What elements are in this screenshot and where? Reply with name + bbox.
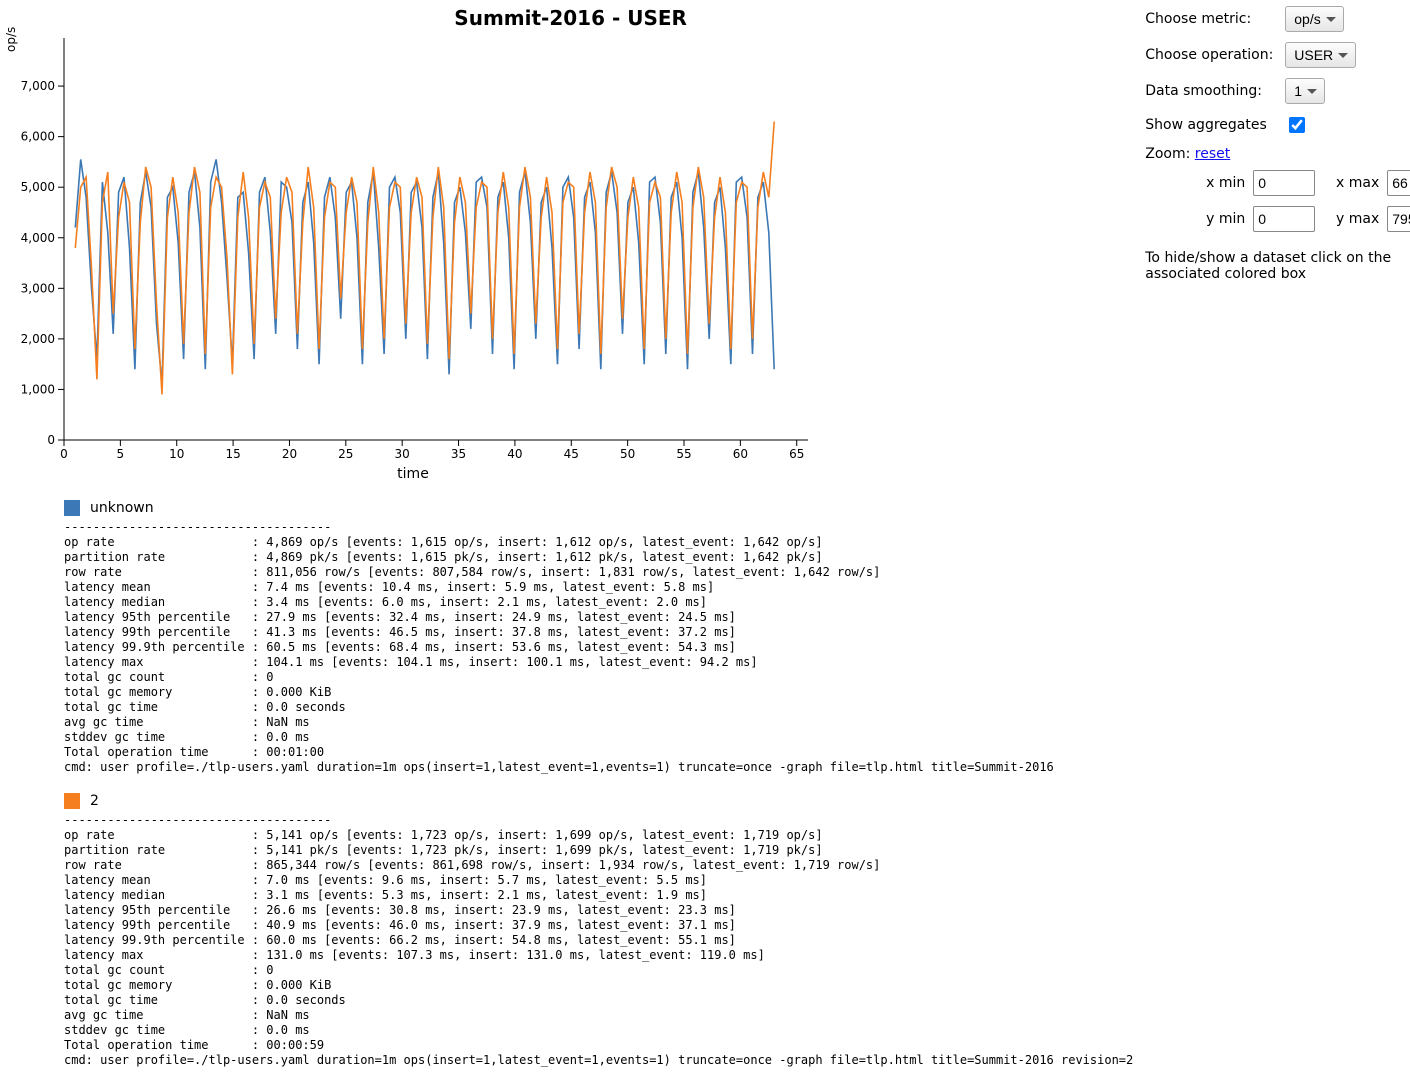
svg-text:0: 0: [47, 433, 55, 447]
svg-text:55: 55: [676, 447, 691, 461]
svg-text:60: 60: [733, 447, 748, 461]
chart-title: Summit-2016 - USER: [8, 6, 1133, 30]
line-chart: 0 1,000 2,000 3,000 4,000 5,000 6,000 7,000 0 5 10…: [8, 34, 818, 464]
svg-text:1,000: 1,000: [21, 382, 55, 396]
smoothing-select[interactable]: 1: [1285, 78, 1325, 104]
legend-swatch[interactable]: [64, 793, 80, 809]
ymax-input[interactable]: [1387, 206, 1410, 232]
svg-text:25: 25: [338, 447, 353, 461]
svg-text:5: 5: [117, 447, 125, 461]
operation-label: Choose operation:: [1145, 47, 1285, 63]
svg-text:6,000: 6,000: [21, 130, 55, 144]
y-axis-label: op/s: [4, 27, 18, 52]
legend-swatch[interactable]: [64, 500, 80, 516]
ymax-label: y max: [1323, 211, 1379, 227]
ymin-input[interactable]: [1253, 206, 1315, 232]
svg-text:2,000: 2,000: [21, 332, 55, 346]
legend: unknown ---------------------------------…: [8, 500, 1133, 1068]
svg-text:30: 30: [395, 447, 410, 461]
xmax-input[interactable]: [1387, 170, 1410, 196]
svg-text:7,000: 7,000: [21, 79, 55, 93]
svg-text:0: 0: [60, 447, 68, 461]
xmin-label: x min: [1181, 175, 1245, 191]
xmin-input[interactable]: [1253, 170, 1315, 196]
metric-label: Choose metric:: [1145, 11, 1285, 27]
svg-text:3,000: 3,000: [21, 281, 55, 295]
svg-text:4,000: 4,000: [21, 231, 55, 245]
svg-text:40: 40: [507, 447, 522, 461]
legend-series-name: 2: [90, 793, 99, 809]
xmax-label: x max: [1323, 175, 1379, 191]
svg-text:35: 35: [451, 447, 466, 461]
ymin-label: y min: [1181, 211, 1245, 227]
legend-stats: ------------------------------------- op…: [64, 520, 1133, 775]
smoothing-label: Data smoothing:: [1145, 83, 1285, 99]
svg-text:65: 65: [789, 447, 804, 461]
legend-stats: ------------------------------------- op…: [64, 813, 1133, 1068]
zoom-reset-link[interactable]: reset: [1195, 146, 1230, 162]
metric-select[interactable]: op/s: [1285, 6, 1344, 32]
svg-text:20: 20: [282, 447, 297, 461]
svg-text:5,000: 5,000: [21, 180, 55, 194]
aggregates-label: Show aggregates: [1145, 117, 1267, 133]
legend-series-name: unknown: [90, 500, 154, 516]
svg-text:10: 10: [169, 447, 184, 461]
svg-text:15: 15: [225, 447, 240, 461]
operation-select[interactable]: USER: [1285, 42, 1356, 68]
aggregates-checkbox[interactable]: [1289, 117, 1305, 133]
svg-text:45: 45: [564, 447, 579, 461]
svg-text:50: 50: [620, 447, 635, 461]
zoom-label: Zoom:: [1145, 146, 1195, 162]
legend-hint: To hide/show a dataset click on the asso…: [1145, 250, 1410, 282]
x-axis-label: time: [8, 466, 818, 482]
